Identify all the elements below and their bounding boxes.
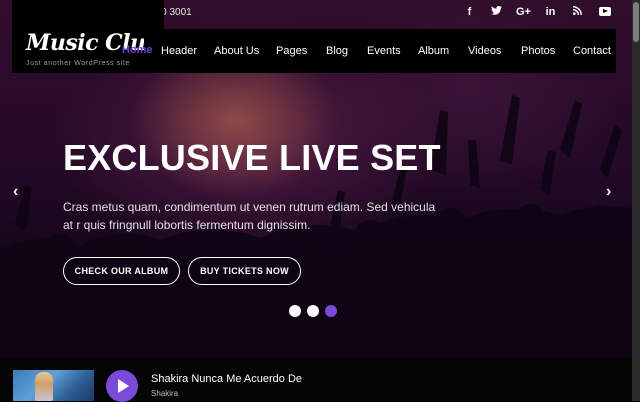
nav-item-videos[interactable]: Videos [468,45,501,57]
next-slide-icon[interactable]: › [606,183,611,201]
play-icon[interactable] [106,370,138,402]
slide-dot-2[interactable] [307,305,319,317]
google-plus-icon[interactable]: G+ [510,6,537,18]
youtube-icon[interactable] [591,6,618,18]
social-links: f G+ in [456,5,618,18]
album-thumbnail [13,370,94,401]
slide-dot-1[interactable] [289,305,301,317]
scrollbar-thumb[interactable] [633,2,639,42]
nav-item-header[interactable]: Header [161,45,197,57]
buy-tickets-button[interactable]: BUY TICKETS NOW [188,257,301,285]
hero-text: Cras metus quam, condimentum ut venen ru… [63,200,436,232]
nav-item-contact[interactable]: Contact [573,45,611,57]
hero-headline: EXCLUSIVE LIVE SET [63,137,441,178]
prev-slide-icon[interactable]: ‹ [13,183,18,201]
nav-item-pages[interactable]: Pages [276,45,307,57]
music-player: Shakira Nunca Me Acuerdo De Shakira [0,357,632,402]
rss-icon[interactable] [564,6,591,18]
check-album-button[interactable]: CHECK OUR ALBUM [63,257,180,285]
logo-tagline: Just another WordPress site [26,60,130,67]
facebook-icon[interactable]: f [456,6,483,18]
nav-item-photos[interactable]: Photos [521,45,555,57]
nav-item-blog[interactable]: Blog [326,45,348,57]
nav-item-home[interactable]: Home [122,44,153,56]
slide-dot-3[interactable] [325,305,337,317]
nav-item-about-us[interactable]: About Us [214,45,259,57]
main-nav: Home Header About Us Pages Blog Events A… [122,29,616,73]
nav-item-events[interactable]: Events [367,45,401,57]
song-artist: Shakira [151,389,179,398]
site-logo[interactable]: Music Club Just another WordPress site [12,0,164,73]
twitter-icon[interactable] [483,5,510,18]
linkedin-icon[interactable]: in [537,6,564,18]
page-scrollbar[interactable] [632,0,640,401]
song-title: Shakira Nunca Me Acuerdo De [151,373,303,385]
nav-item-album[interactable]: Album [418,45,449,57]
